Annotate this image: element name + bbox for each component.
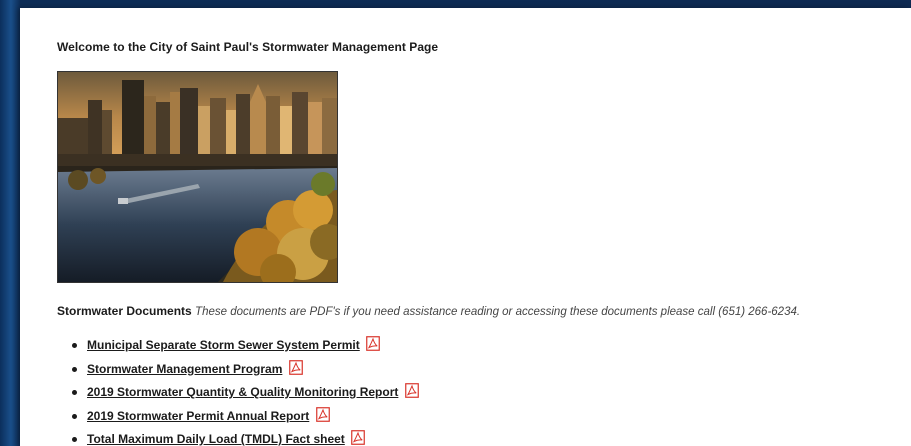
document-link[interactable]: 2019 Stormwater Permit Annual Report xyxy=(87,409,309,423)
bullet xyxy=(72,390,77,395)
document-link[interactable]: Total Maximum Daily Load (TMDL) Fact she… xyxy=(87,432,345,446)
list-item: Municipal Separate Storm Sewer System Pe… xyxy=(72,334,419,358)
pdf-icon[interactable] xyxy=(351,430,366,445)
documents-intro: Stormwater Documents These documents are… xyxy=(57,304,800,318)
document-link[interactable]: 2019 Stormwater Quantity & Quality Monit… xyxy=(87,385,398,399)
documents-heading: Stormwater Documents xyxy=(57,304,192,318)
pdf-icon[interactable] xyxy=(366,336,380,351)
pdf-icon[interactable] xyxy=(315,406,330,422)
content-panel: Welcome to the City of Saint Paul's Stor… xyxy=(20,8,911,446)
list-item: 2019 Stormwater Permit Annual Report xyxy=(72,405,419,429)
bullet xyxy=(72,437,77,442)
bullet xyxy=(72,413,77,419)
document-link[interactable]: Stormwater Management Program xyxy=(87,362,282,376)
list-item: Stormwater Management Program xyxy=(72,358,419,382)
page-title: Welcome to the City of Saint Paul's Stor… xyxy=(57,40,439,54)
documents-note: These documents are PDF's if you need as… xyxy=(195,306,801,318)
list-item: 2019 Stormwater Quantity & Quality Monit… xyxy=(72,381,419,405)
city-skyline-photo xyxy=(57,71,338,283)
document-link[interactable]: Municipal Separate Storm Sewer System Pe… xyxy=(87,338,360,352)
bullet xyxy=(72,366,77,372)
documents-list: Municipal Separate Storm Sewer System Pe… xyxy=(57,334,419,446)
pdf-icon[interactable] xyxy=(404,383,419,398)
bullet xyxy=(72,343,77,348)
pdf-icon[interactable] xyxy=(288,359,303,375)
list-item: Total Maximum Daily Load (TMDL) Fact she… xyxy=(72,428,419,446)
